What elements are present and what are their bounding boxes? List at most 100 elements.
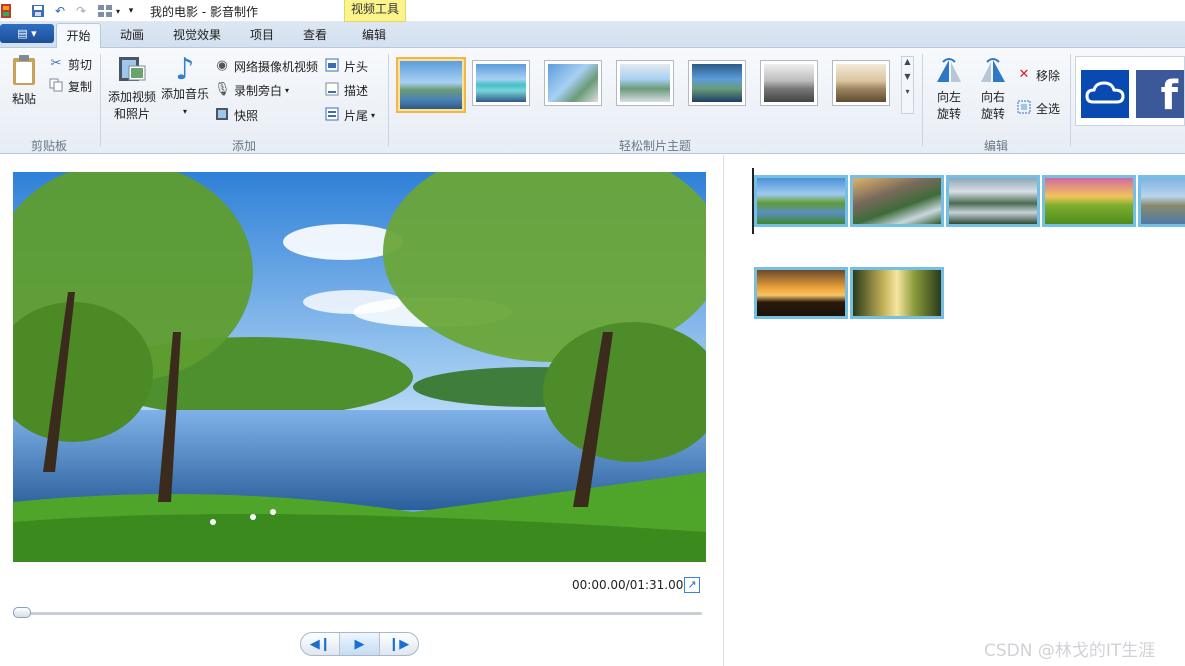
theme-thumbnail	[836, 64, 886, 102]
paste-label: 粘贴	[11, 92, 36, 106]
tab-view[interactable]: 查看	[293, 23, 337, 48]
remove-x-icon: ✕	[1018, 67, 1030, 82]
preview-pane: 00:00.00/01:31.00 ↗ ◀❙ ▶ ❙▶	[0, 155, 724, 666]
webcam-icon: ◉	[216, 58, 228, 73]
theme-item-default[interactable]	[396, 57, 466, 113]
seek-thumb[interactable]	[13, 607, 31, 618]
credits-label: 片尾	[344, 108, 369, 123]
paste-button[interactable]: 粘贴	[6, 54, 42, 108]
theme-thumbnail	[476, 64, 526, 102]
theme-item-pan-zoom[interactable]	[688, 60, 746, 106]
caption-label: 描述	[344, 83, 369, 98]
theme-item-black-white[interactable]	[760, 60, 818, 106]
theme-thumbnail	[400, 61, 462, 109]
redo-icon[interactable]: ↷	[73, 3, 89, 19]
previous-frame-button[interactable]: ◀❙	[301, 633, 341, 655]
tab-project[interactable]: 项目	[240, 23, 284, 48]
tab-animations[interactable]: 动画	[110, 23, 154, 48]
caption-icon	[324, 82, 340, 98]
tab-visual-effects[interactable]: 视觉效果	[165, 23, 229, 48]
clip-thumbnail	[757, 178, 845, 224]
tab-home[interactable]: 开始	[56, 23, 101, 48]
storyboard-clip-lake[interactable]	[754, 175, 848, 227]
next-frame-button[interactable]: ❙▶	[380, 633, 418, 655]
remove-button[interactable]: ✕ 移除	[1016, 65, 1060, 85]
timecode: 00:00.00/01:31.00	[572, 578, 684, 592]
dropdown-arrow-icon[interactable]: ▾	[114, 3, 122, 19]
snapshot-icon	[214, 107, 230, 123]
clip-thumbnail	[853, 270, 941, 316]
cut-button[interactable]: ✂ 剪切	[48, 54, 92, 74]
gallery-scroll[interactable]: ▲ ▼ ▾	[901, 56, 914, 114]
gallery-expand-icon[interactable]: ▾	[902, 87, 913, 96]
share-group: f	[1075, 56, 1185, 126]
app-icon[interactable]	[0, 3, 12, 19]
narration-label: 录制旁白	[234, 83, 283, 98]
separator	[388, 54, 389, 146]
theme-item-fade[interactable]	[616, 60, 674, 106]
film-photo-icon	[119, 57, 146, 81]
storyboard-clip-mist-hills[interactable]	[946, 175, 1040, 227]
snapshot-button[interactable]: 快照	[214, 105, 258, 125]
rotate-right-button[interactable]: 向右 旋转	[972, 56, 1014, 123]
editing-group-label: 编辑	[983, 139, 1008, 153]
next-frame-icon: ❙▶	[388, 636, 410, 652]
music-note-icon: ♪	[175, 52, 195, 87]
watermark: CSDN @林戈的IT生涯	[984, 641, 1156, 661]
select-all-button[interactable]: 全选	[1016, 98, 1060, 118]
facebook-button[interactable]: f	[1136, 70, 1184, 119]
rotate-right-label-2: 旋转	[980, 107, 1005, 121]
add-music-button[interactable]: ♪ 添加音乐 ▾	[160, 54, 210, 120]
playback-controls: ◀❙ ▶ ❙▶	[300, 632, 419, 656]
application-menu-button[interactable]: ▤ ▾	[0, 24, 54, 43]
storyboard-clip-forest-light[interactable]	[850, 267, 944, 319]
storyboard-clip-waterfall[interactable]	[850, 175, 944, 227]
scroll-up-icon[interactable]: ▲	[902, 57, 913, 66]
copy-label: 复制	[68, 79, 93, 94]
ribbon: 粘贴 ✂ 剪切 复制 剪贴板 添加视频 和照片 ♪ 添加音乐 ▾ ◉ 网络摄像机…	[0, 48, 1185, 154]
rotate-right-icon	[981, 58, 1005, 82]
clip-thumbnail	[949, 178, 1037, 224]
theme-item-cinematic[interactable]	[544, 60, 602, 106]
play-button[interactable]: ▶	[340, 633, 380, 655]
copy-icon	[48, 78, 64, 94]
add-videos-photos-button[interactable]: 添加视频 和照片	[106, 54, 158, 123]
rotate-left-button[interactable]: 向左 旋转	[928, 56, 970, 123]
credits-button[interactable]: 片尾 ▾	[324, 105, 375, 125]
grid-view-icon[interactable]	[95, 3, 115, 19]
caption-button[interactable]: 描述	[324, 80, 368, 100]
clip-thumbnail	[853, 178, 941, 224]
undo-icon[interactable]: ↶	[52, 3, 68, 19]
theme-thumbnail	[548, 64, 598, 102]
paste-icon	[13, 55, 35, 85]
add-videos-label-1: 添加视频	[107, 90, 156, 104]
theme-thumbnail	[692, 64, 742, 102]
webcam-video-button[interactable]: ◉ 网络摄像机视频	[214, 56, 318, 76]
scroll-down-icon[interactable]: ▼	[902, 72, 913, 81]
copy-button[interactable]: 复制	[48, 76, 92, 96]
title-icon	[324, 58, 340, 74]
theme-item-sepia[interactable]	[832, 60, 890, 106]
video-tools-context-tab: 视频工具	[344, 0, 406, 22]
tab-edit[interactable]: 编辑	[352, 23, 396, 48]
storyboard-clip-sunset-tree[interactable]	[754, 267, 848, 319]
rotate-right-label-1: 向右	[980, 90, 1005, 104]
fullscreen-icon[interactable]: ↗	[684, 577, 700, 593]
credits-icon	[324, 107, 340, 123]
seek-bar[interactable]	[13, 612, 702, 615]
separator	[1070, 54, 1071, 146]
storyboard-clip-coast[interactable]	[1138, 175, 1185, 227]
rotate-left-label-2: 旋转	[936, 107, 961, 121]
customize-toolbar-icon[interactable]: ▾	[126, 3, 136, 19]
facebook-icon: f	[1160, 73, 1178, 119]
theme-item-contemporary[interactable]	[472, 60, 530, 106]
storyboard-clip-sunset-field[interactable]	[1042, 175, 1136, 227]
save-icon[interactable]	[30, 3, 46, 19]
theme-thumbnail	[764, 64, 814, 102]
lake-scene-image	[13, 172, 706, 562]
preview-monitor[interactable]	[13, 172, 706, 562]
record-narration-button[interactable]: 🎙︎ 录制旁白 ▾	[214, 80, 289, 100]
onedrive-button[interactable]	[1081, 70, 1129, 118]
webcam-label: 网络摄像机视频	[234, 59, 319, 74]
title-button[interactable]: 片头	[324, 56, 368, 76]
